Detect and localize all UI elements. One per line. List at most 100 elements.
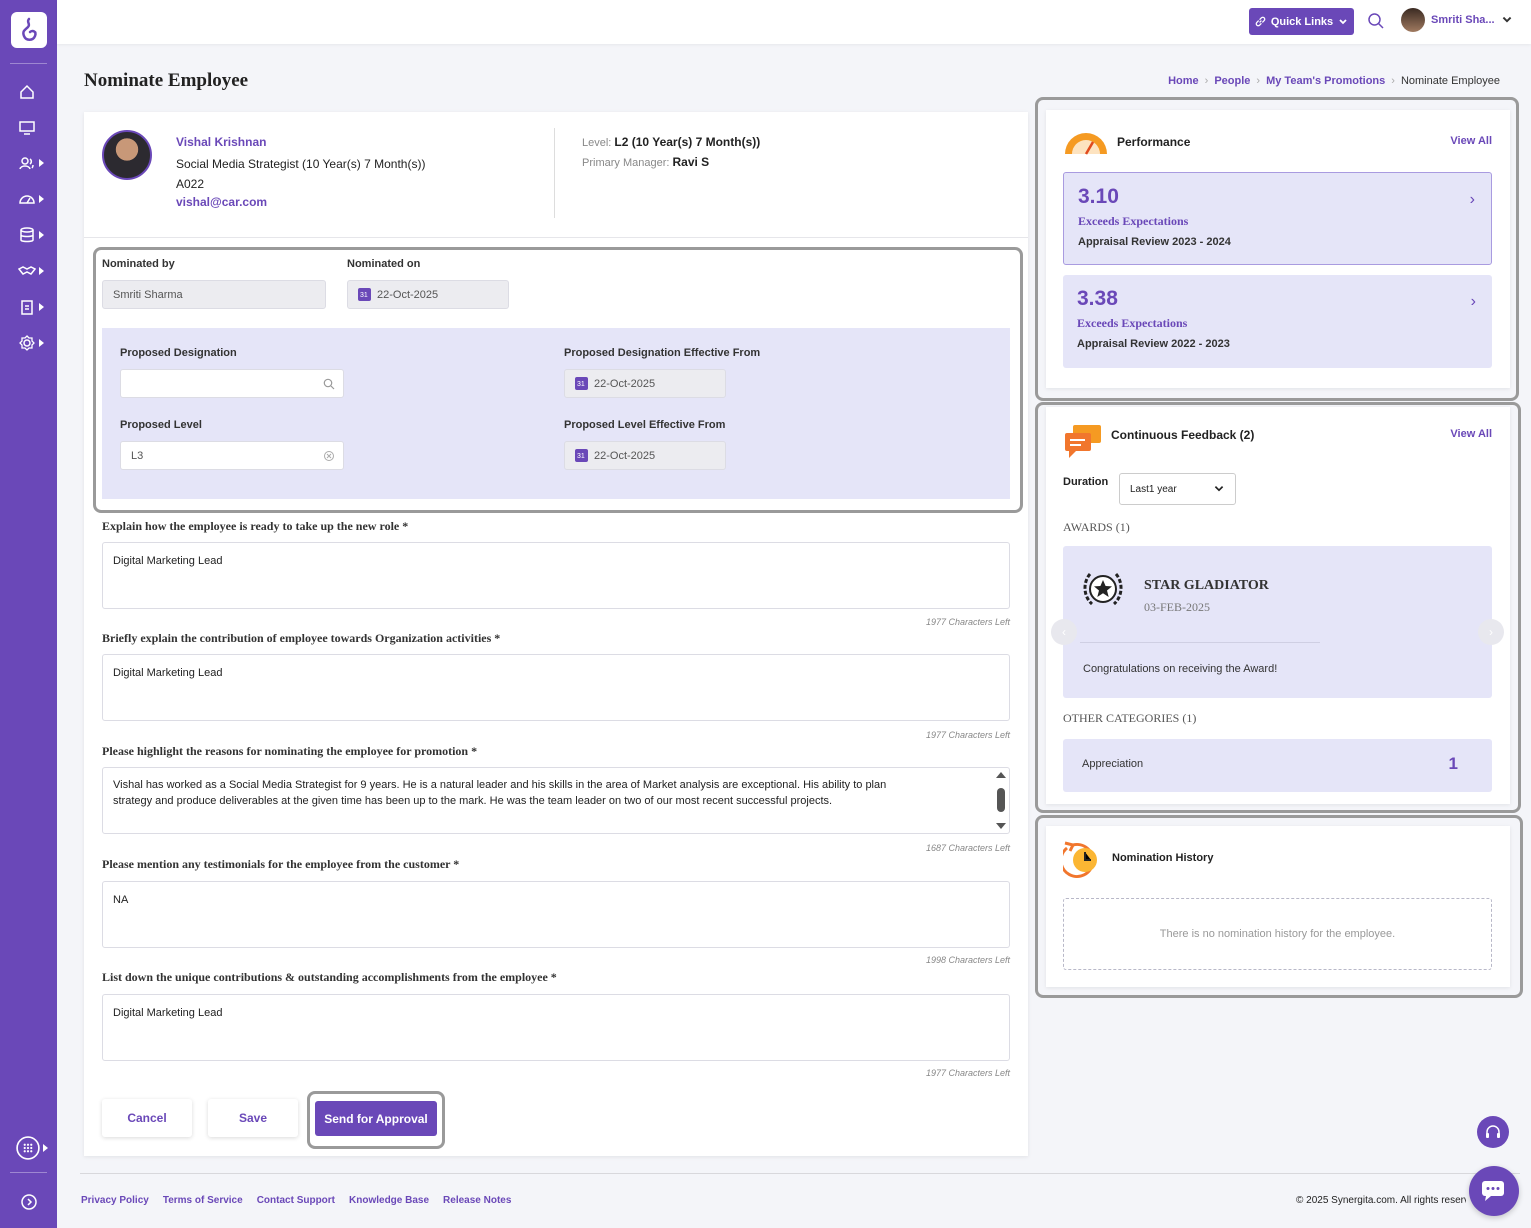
sidebar-item-home[interactable] xyxy=(18,82,50,102)
chevron-down-icon xyxy=(1339,18,1347,24)
proposed-section: Proposed Designation Proposed Designatio… xyxy=(102,328,1010,499)
app-logo[interactable] xyxy=(11,12,47,48)
history-clock-icon xyxy=(1063,841,1097,878)
accomplishments-textarea[interactable]: Digital Marketing Lead xyxy=(102,994,1010,1061)
contact-support-link[interactable]: Contact Support xyxy=(257,1195,335,1206)
awards-caption: AWARDS (1) xyxy=(1063,520,1130,534)
topbar: Quick Links Smriti Sha... xyxy=(57,0,1531,44)
people-icon xyxy=(19,157,34,170)
history-empty-state: There is no nomination history for the e… xyxy=(1063,898,1492,970)
employee-manager: Primary Manager: Ravi S xyxy=(582,155,710,169)
sidebar-item-dashboard[interactable] xyxy=(18,118,50,138)
category-card[interactable]: Appreciation 1 xyxy=(1063,739,1492,792)
privacy-policy-link[interactable]: Privacy Policy xyxy=(81,1195,149,1206)
performance-gauge-icon xyxy=(1065,133,1107,155)
performance-rating: Exceeds Expectations xyxy=(1077,316,1188,330)
chevron-down-icon xyxy=(1214,486,1224,492)
monitor-icon xyxy=(19,121,35,135)
characters-left: 1977 Characters Left xyxy=(925,730,1010,740)
sidebar-expand[interactable] xyxy=(20,1192,52,1212)
sidebar-item-settings[interactable] xyxy=(18,333,50,353)
page-title: Nominate Employee xyxy=(84,70,249,91)
copyright: © 2025 Synergita.com. All rights reserve… xyxy=(1296,1195,1466,1206)
scrollbar[interactable] xyxy=(996,772,1006,829)
award-card: STAR GLADIATOR 03-FEB-2025 Congratulatio… xyxy=(1063,546,1492,698)
performance-view-all-link[interactable]: View All xyxy=(1450,135,1492,147)
search-icon[interactable] xyxy=(1367,12,1385,33)
duration-select[interactable]: Last1 year xyxy=(1119,473,1236,505)
chat-button[interactable] xyxy=(1469,1166,1519,1216)
employee-code: A022 xyxy=(176,177,205,191)
breadcrumb-people[interactable]: People xyxy=(1214,75,1250,87)
chevron-right-icon: › xyxy=(1469,191,1475,208)
question-label: List down the unique contributions & out… xyxy=(102,970,557,984)
cancel-button[interactable]: Cancel xyxy=(102,1099,192,1137)
sidebar-item-engagement[interactable] xyxy=(18,261,50,281)
sidebar-item-tasks[interactable] xyxy=(18,297,50,317)
employee-email[interactable]: vishal@car.com xyxy=(176,195,267,209)
characters-left: 1977 Characters Left xyxy=(925,1068,1010,1078)
award-date: 03-FEB-2025 xyxy=(1144,600,1210,614)
ready-for-role-textarea[interactable]: Digital Marketing Lead xyxy=(102,542,1010,609)
sidebar-item-apps[interactable] xyxy=(16,1136,48,1160)
sidebar xyxy=(0,0,57,1228)
characters-left: 1977 Characters Left xyxy=(925,617,1010,627)
calendar-icon xyxy=(358,288,371,301)
calendar-icon xyxy=(575,377,588,390)
proposed-level-select[interactable]: L3 xyxy=(120,441,344,470)
sidebar-item-performance[interactable] xyxy=(18,189,50,209)
settings-icon xyxy=(19,335,35,351)
proposed-designation-input[interactable] xyxy=(120,369,344,398)
performance-card[interactable]: 3.38 Exceeds Expectations Appraisal Revi… xyxy=(1063,275,1492,368)
performance-cycle: Appraisal Review 2022 - 2023 xyxy=(1077,338,1230,350)
carousel-prev-button[interactable]: ‹ xyxy=(1051,619,1077,645)
performance-panel: Performance View All 3.10 Exceeds Expect… xyxy=(1046,110,1510,388)
calendar-icon xyxy=(575,449,588,462)
nominated-on-label: Nominated on xyxy=(347,258,421,270)
testimonials-textarea[interactable]: NA xyxy=(102,881,1010,948)
duration-label: Duration xyxy=(1063,476,1109,488)
handshake-icon xyxy=(18,266,36,275)
question-label: Briefly explain the contribution of empl… xyxy=(102,631,501,645)
question-label: Please mention any testimonials for the … xyxy=(102,857,460,871)
save-button[interactable]: Save xyxy=(208,1099,298,1137)
proposed-level-label: Proposed Level xyxy=(120,419,202,431)
user-menu[interactable]: Smriti Sha... xyxy=(1401,8,1513,32)
reasons-textarea[interactable]: Vishal has worked as a Social Media Stra… xyxy=(102,767,1010,834)
sidebar-item-reports[interactable] xyxy=(18,225,50,245)
nominated-by-field: Smriti Sharma xyxy=(102,280,326,309)
release-notes-link[interactable]: Release Notes xyxy=(443,1195,511,1206)
send-for-approval-button[interactable]: Send for Approval xyxy=(315,1101,437,1136)
breadcrumb-home[interactable]: Home xyxy=(1168,75,1199,87)
characters-left: 1998 Characters Left xyxy=(925,955,1010,965)
apps-grid-icon xyxy=(16,1136,40,1160)
divider xyxy=(84,237,1028,238)
continuous-feedback-panel: Continuous Feedback (2) View All Duratio… xyxy=(1046,407,1510,804)
breadcrumb-team-promotions[interactable]: My Team's Promotions xyxy=(1266,75,1385,87)
employee-name[interactable]: Vishal Krishnan xyxy=(176,135,266,149)
proposed-designation-label: Proposed Designation xyxy=(120,347,237,359)
sidebar-item-people[interactable] xyxy=(18,153,50,173)
quick-links-label: Quick Links xyxy=(1270,15,1334,28)
contribution-textarea[interactable]: Digital Marketing Lead xyxy=(102,654,1010,721)
help-button[interactable] xyxy=(1477,1116,1509,1148)
divider xyxy=(554,128,555,218)
quick-links-button[interactable]: Quick Links xyxy=(1249,8,1354,35)
user-name: Smriti Sha... xyxy=(1431,14,1495,26)
clear-icon[interactable] xyxy=(323,450,335,462)
feedback-view-all-link[interactable]: View All xyxy=(1450,428,1492,440)
footer-divider xyxy=(80,1173,1520,1174)
question-label: Explain how the employee is ready to tak… xyxy=(102,519,409,533)
terms-of-service-link[interactable]: Terms of Service xyxy=(163,1195,243,1206)
knowledge-base-link[interactable]: Knowledge Base xyxy=(349,1195,429,1206)
performance-title: Performance xyxy=(1117,135,1191,149)
breadcrumb: Home › People › My Team's Promotions › N… xyxy=(1168,75,1500,87)
performance-card[interactable]: 3.10 Exceeds Expectations Appraisal Revi… xyxy=(1063,172,1492,265)
category-count: 1 xyxy=(1448,754,1458,773)
expand-circle-icon xyxy=(21,1194,37,1210)
search-icon[interactable] xyxy=(323,378,335,390)
employee-level: Level: L2 (10 Year(s) 7 Month(s)) xyxy=(582,135,761,149)
carousel-next-button[interactable]: › xyxy=(1478,619,1504,645)
performance-score: 3.38 xyxy=(1077,287,1118,310)
footer-links: Privacy Policy Terms of Service Contact … xyxy=(81,1195,511,1206)
